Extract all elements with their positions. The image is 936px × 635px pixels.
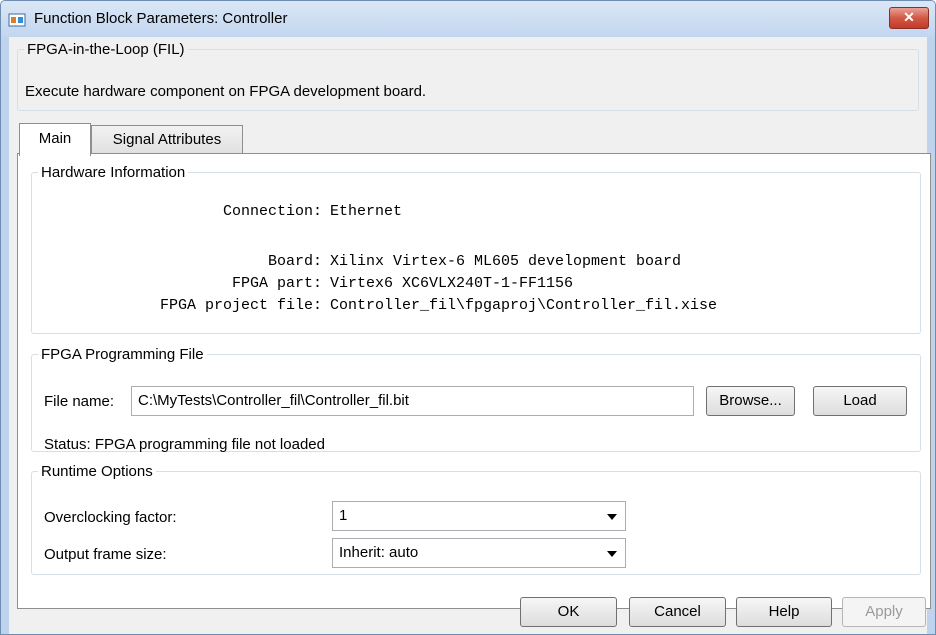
dialog-client-area: FPGA-in-the-Loop (FIL) Execute hardware … — [9, 37, 931, 634]
output-frame-size-select[interactable]: Inherit: auto — [332, 538, 626, 568]
block-type-heading: FPGA-in-the-Loop (FIL) — [27, 41, 185, 58]
file-name-input[interactable]: C:\MyTests\Controller_fil\Controller_fil… — [131, 386, 694, 416]
fpga-project-file-label: FPGA project file: — [159, 297, 322, 314]
runtime-options-heading: Runtime Options — [41, 463, 153, 480]
file-name-label: File name: — [44, 393, 115, 410]
block-description: Execute hardware component on FPGA devel… — [25, 83, 427, 100]
output-frame-size-value: Inherit: auto — [339, 544, 419, 561]
help-button[interactable]: Help — [736, 597, 832, 627]
cancel-button[interactable]: Cancel — [629, 597, 726, 627]
output-frame-size-label: Output frame size: — [44, 546, 167, 563]
chevron-down-icon — [607, 551, 617, 557]
simulink-block-icon — [8, 13, 26, 27]
fpga-programming-file-group: FPGA Programming File File name: C:\MyTe… — [31, 346, 921, 453]
tab-panel-main: Hardware Information Connection: Etherne… — [17, 153, 931, 609]
fpga-part-label: FPGA part: — [231, 275, 322, 292]
dialog-window: Function Block Parameters: Controller ✕ … — [0, 0, 936, 635]
runtime-options-group: Runtime Options Overclocking factor: 1 O… — [31, 463, 921, 575]
board-value: Xilinx Virtex-6 ML605 development board — [330, 253, 682, 270]
overclocking-factor-select[interactable]: 1 — [332, 501, 626, 531]
window-title: Function Block Parameters: Controller — [34, 10, 288, 27]
load-button[interactable]: Load — [813, 386, 907, 416]
ok-button[interactable]: OK — [520, 597, 617, 627]
overclocking-factor-value: 1 — [339, 507, 348, 524]
overclocking-factor-label: Overclocking factor: — [44, 509, 177, 526]
programming-status-text: Status: FPGA programming file not loaded — [44, 436, 325, 453]
description-group: FPGA-in-the-Loop (FIL) — [17, 41, 919, 111]
tab-main[interactable]: Main — [19, 123, 91, 156]
fpga-part-value: Virtex6 XC6VLX240T-1-FF1156 — [330, 275, 574, 292]
hardware-information-group: Hardware Information Connection: Etherne… — [31, 164, 921, 334]
hardware-information-heading: Hardware Information — [41, 164, 186, 181]
board-label: Board: — [267, 253, 322, 270]
browse-button[interactable]: Browse... — [706, 386, 795, 416]
fpga-project-file-value: Controller_fil\fpgaproj\Controller_fil.x… — [330, 297, 718, 314]
title-bar[interactable]: Function Block Parameters: Controller ✕ — [1, 1, 935, 37]
dialog-button-row: OK Cancel Help Apply — [9, 597, 927, 627]
connection-value: Ethernet — [330, 203, 403, 220]
connection-label: Connection: — [222, 203, 322, 220]
fpga-programming-file-heading: FPGA Programming File — [41, 346, 204, 363]
tab-signal-attributes[interactable]: Signal Attributes — [91, 125, 243, 154]
close-button[interactable]: ✕ — [889, 7, 929, 29]
chevron-down-icon — [607, 514, 617, 520]
apply-button[interactable]: Apply — [842, 597, 926, 627]
